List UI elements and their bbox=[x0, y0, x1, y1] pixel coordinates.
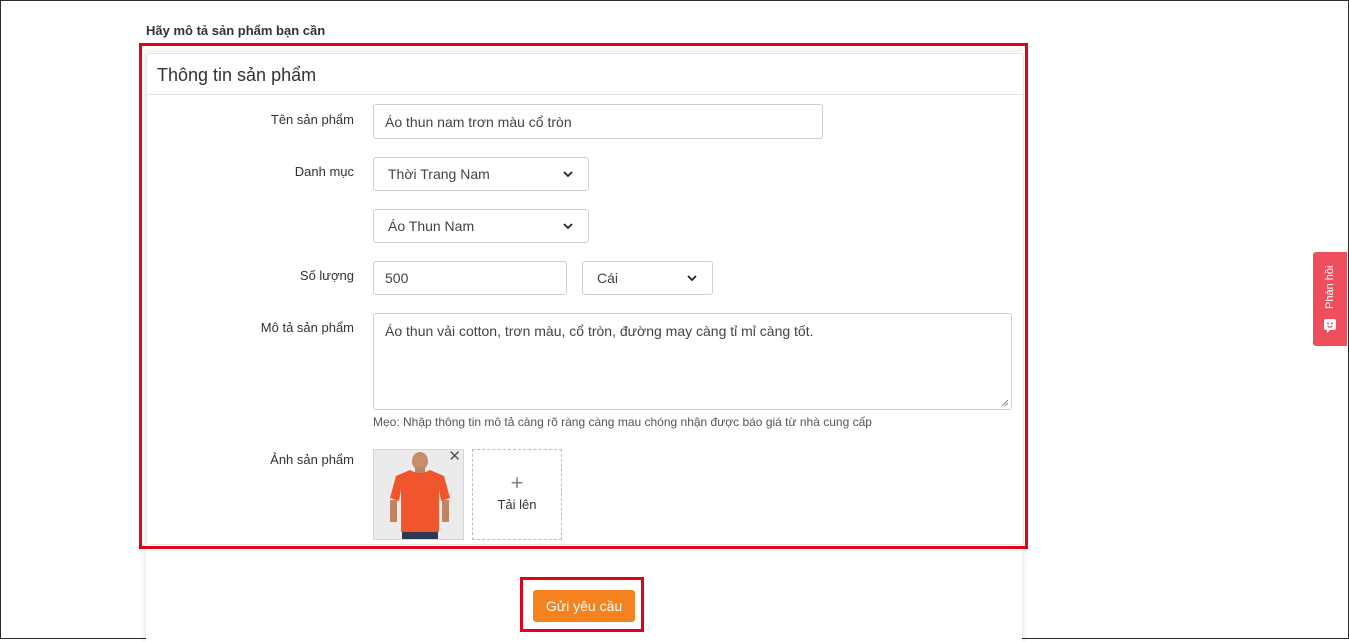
product-name-value: Áo thun nam trơn màu cổ tròn bbox=[385, 113, 572, 130]
panel-title: Thông tin sản phẩm bbox=[157, 65, 317, 85]
submit-request-button[interactable]: Gửi yêu cầu bbox=[533, 590, 635, 622]
quantity-value: 500 bbox=[385, 270, 409, 286]
product-name-input[interactable]: Áo thun nam trơn màu cổ tròn bbox=[373, 104, 823, 139]
panel-header: Thông tin sản phẩm bbox=[147, 54, 1023, 95]
subcategory-selected-value: Áo Thun Nam bbox=[388, 218, 475, 234]
description-hint: Mẹo: Nhập thông tin mô tả càng rõ ràng c… bbox=[373, 415, 872, 429]
unit-selected-value: Cái bbox=[597, 270, 619, 286]
chevron-down-icon bbox=[687, 275, 697, 282]
remove-image-icon[interactable]: ✕ bbox=[448, 450, 461, 465]
category-label: Danh mục bbox=[294, 164, 354, 179]
chevron-down-icon bbox=[563, 223, 573, 230]
quantity-input[interactable]: 500 bbox=[373, 261, 567, 295]
description-textarea[interactable]: Áo thun vải cotton, trơn màu, cổ tròn, đ… bbox=[373, 313, 1012, 410]
description-label: Mô tả sản phẩm bbox=[260, 320, 354, 335]
plus-icon: + bbox=[510, 470, 524, 495]
subcategory-select[interactable]: Áo Thun Nam bbox=[373, 209, 589, 243]
product-image-thumbnail: ✕ bbox=[373, 449, 464, 540]
chevron-down-icon bbox=[563, 171, 573, 178]
upload-label: Tải lên bbox=[497, 497, 537, 512]
description-value: Áo thun vải cotton, trơn màu, cổ tròn, đ… bbox=[385, 323, 814, 339]
resize-grip-icon[interactable] bbox=[1001, 399, 1009, 407]
product-name-label: Tên sản phẩm bbox=[270, 112, 354, 127]
unit-select[interactable]: Cái bbox=[582, 261, 713, 295]
page-heading: Hãy mô tả sản phẩm bạn cần bbox=[146, 23, 326, 38]
smiley-chat-icon bbox=[1324, 319, 1336, 333]
feedback-tab[interactable]: Phản hồi bbox=[1313, 252, 1347, 346]
category-select[interactable]: Thời Trang Nam bbox=[373, 157, 589, 191]
feedback-label: Phản hồi bbox=[1324, 265, 1336, 309]
category-selected-value: Thời Trang Nam bbox=[388, 166, 490, 182]
images-label: Ảnh sản phẩm bbox=[270, 452, 354, 467]
quantity-label: Số lượng bbox=[299, 268, 354, 283]
upload-image-button[interactable]: + Tải lên bbox=[472, 449, 562, 540]
